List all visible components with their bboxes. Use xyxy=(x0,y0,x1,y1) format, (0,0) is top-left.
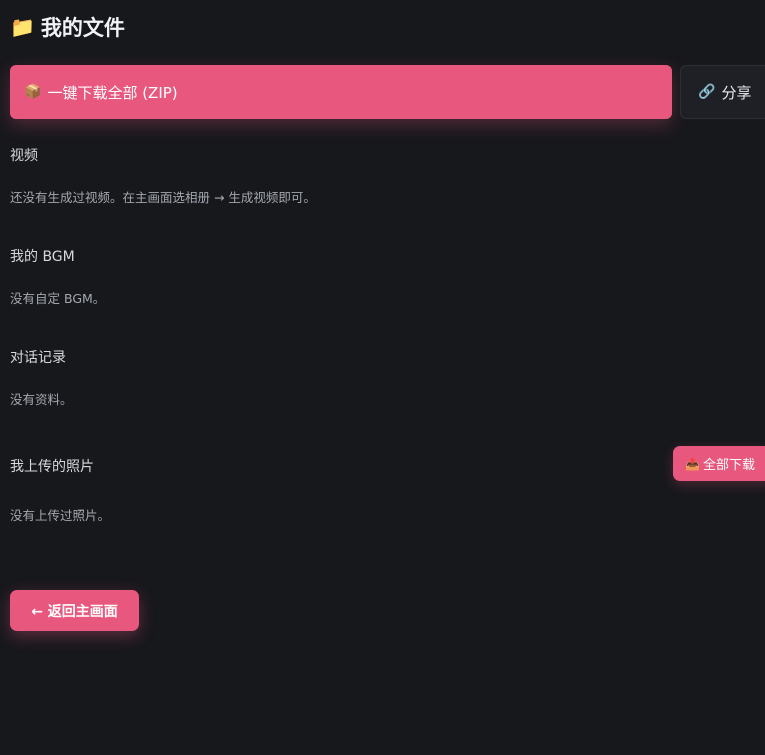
download-all-zip-button[interactable]: 📦 一键下载全部 (ZIP) xyxy=(10,65,672,119)
folder-icon: 📁 xyxy=(10,15,35,39)
videos-empty-text: 还没有生成过视频。在主画面选相册 → 生成视频即可。 xyxy=(10,190,316,205)
page-title-text: 我的文件 xyxy=(40,16,125,40)
download-photos-label: 全部下载 xyxy=(702,458,755,473)
photos-empty-text: 没有上传过照片。 xyxy=(10,508,111,523)
download-photos-button[interactable]: 📤 全部下载 xyxy=(673,446,765,481)
package-icon: 📦 xyxy=(24,84,42,100)
chat-empty-text: 没有资料。 xyxy=(10,392,73,407)
share-label: 分享 xyxy=(721,83,752,102)
back-to-main-label: ← 返回主画面 xyxy=(31,603,118,620)
outbox-tray-icon: 📤 xyxy=(685,456,700,471)
download-all-zip-label: 一键下载全部 (ZIP) xyxy=(47,83,178,102)
bgm-empty-text: 没有自定 BGM。 xyxy=(10,291,106,306)
page-title: 📁 我的文件 xyxy=(10,10,125,44)
photos-section-title: 我上传的照片 xyxy=(10,459,94,475)
videos-section-title: 视频 xyxy=(10,148,38,164)
link-icon: 🔗 xyxy=(698,84,716,100)
bgm-section-title: 我的 BGM xyxy=(10,249,75,265)
back-to-main-button[interactable]: ← 返回主画面 xyxy=(10,590,139,631)
chat-section-title: 对话记录 xyxy=(10,350,66,366)
share-button[interactable]: 🔗 分享 xyxy=(680,65,765,119)
